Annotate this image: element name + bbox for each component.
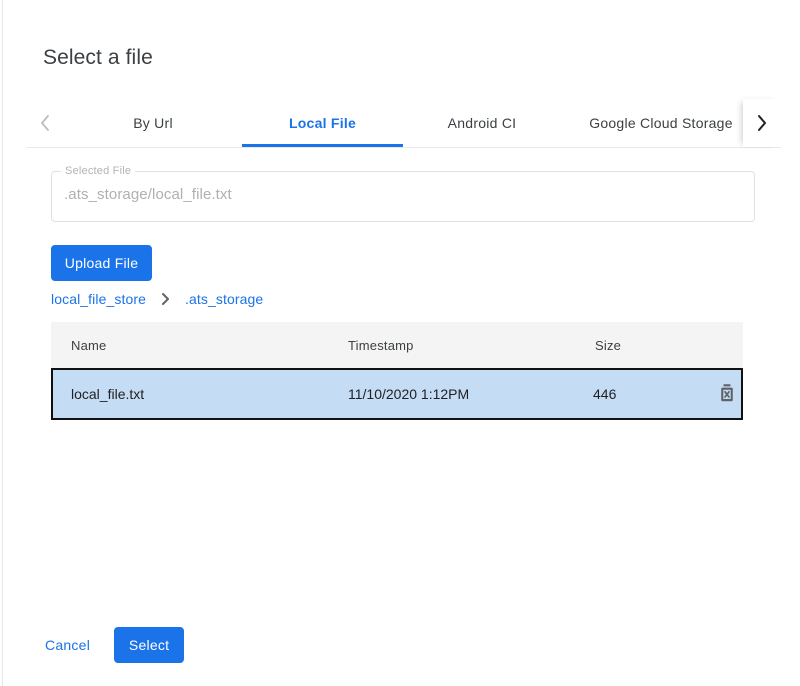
table-header-row: Name Timestamp Size: [51, 322, 743, 368]
breadcrumb-item-local-file-store[interactable]: local_file_store: [51, 291, 146, 307]
tab-label: By Url: [133, 115, 173, 131]
column-header-timestamp: Timestamp: [346, 338, 593, 353]
breadcrumb-item-ats-storage[interactable]: .ats_storage: [185, 291, 263, 307]
select-button[interactable]: Select: [114, 627, 184, 663]
cancel-button[interactable]: Cancel: [33, 627, 102, 663]
tab-label: Google Cloud Storage: [589, 115, 733, 131]
tab-scroll-next-button[interactable]: [743, 99, 781, 147]
file-timestamp-cell: 11/10/2020 1:12PM: [348, 386, 593, 402]
selected-file-label: Selected File: [61, 164, 135, 178]
selected-file-field[interactable]: Selected File: [51, 171, 755, 222]
tab-google-cloud-storage[interactable]: Google Cloud Storage: [561, 99, 743, 147]
tab-label: Android CI: [448, 115, 517, 131]
chevron-left-icon: [38, 112, 52, 134]
delete-trash-icon: [718, 383, 736, 406]
table-row[interactable]: local_file.txt 11/10/2020 1:12PM 446: [51, 368, 743, 420]
select-file-dialog: Select a file By Url Local File Android …: [2, 0, 800, 686]
dialog-actions: Cancel Select: [33, 627, 184, 663]
tab-android-ci[interactable]: Android CI: [403, 99, 561, 147]
upload-file-button[interactable]: Upload File: [51, 245, 152, 281]
chevron-right-icon: [160, 292, 171, 306]
chevron-right-icon: [755, 112, 769, 134]
column-header-size: Size: [593, 338, 685, 353]
delete-file-button[interactable]: [713, 380, 741, 408]
file-actions-cell: [683, 380, 741, 408]
tab-bar: By Url Local File Android CI Google Clou…: [26, 99, 781, 148]
column-header-name: Name: [51, 338, 346, 353]
tab-local-file[interactable]: Local File: [242, 99, 403, 147]
selected-file-input[interactable]: [64, 186, 724, 203]
file-size-cell: 446: [593, 386, 683, 402]
tab-scroller[interactable]: By Url Local File Android CI Google Clou…: [64, 99, 743, 147]
file-name-cell: local_file.txt: [53, 386, 348, 402]
tab-by-url[interactable]: By Url: [64, 99, 242, 147]
dialog-title: Select a file: [43, 44, 153, 72]
breadcrumb: local_file_store .ats_storage: [51, 289, 263, 309]
file-table: Name Timestamp Size local_file.txt 11/10…: [51, 322, 743, 420]
tab-scroll-prev-button[interactable]: [26, 99, 64, 147]
tab-label: Local File: [289, 115, 356, 131]
